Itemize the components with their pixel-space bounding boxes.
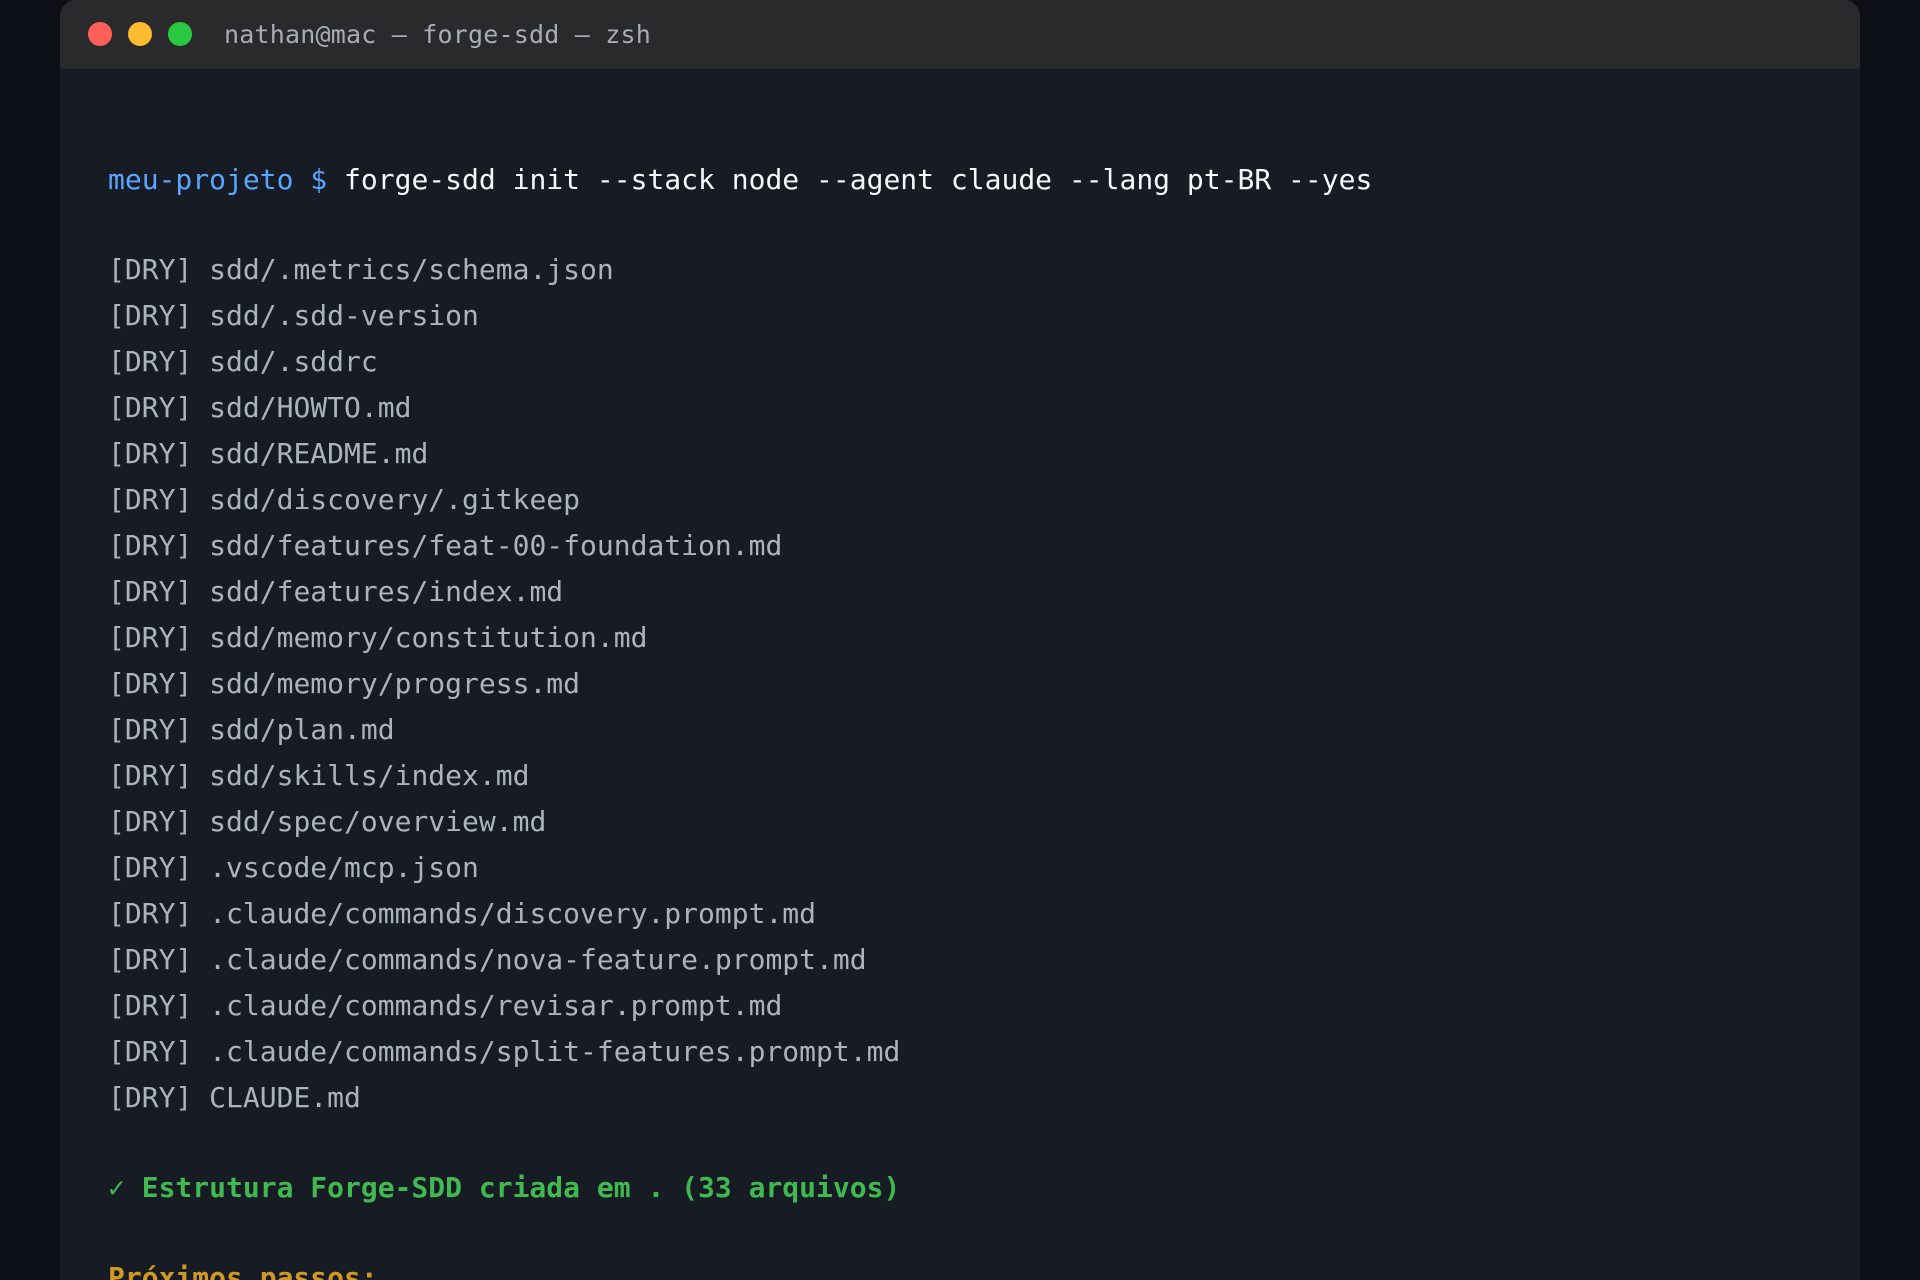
- command-text: forge-sdd init --stack node --agent clau…: [344, 163, 1373, 196]
- title-bar[interactable]: nathan@mac — forge-sdd — zsh: [60, 0, 1860, 69]
- output-line: [DRY] sdd/memory/progress.md: [108, 661, 1860, 707]
- prompt-directory: meu-projeto: [108, 163, 294, 196]
- zoom-button[interactable]: [168, 22, 192, 46]
- file-path: .claude/commands/discovery.prompt.md: [209, 897, 817, 930]
- dry-tag: [DRY]: [108, 391, 193, 424]
- file-path: .vscode/mcp.json: [209, 851, 479, 884]
- prompt-symbol: $: [310, 163, 328, 196]
- next-steps-label: Próximos passos:: [108, 1261, 378, 1280]
- terminal-window: nathan@mac — forge-sdd — zsh meu-projeto…: [60, 0, 1860, 1280]
- minimize-button[interactable]: [128, 22, 152, 46]
- dry-tag: [DRY]: [108, 943, 193, 976]
- dry-tag: [DRY]: [108, 805, 193, 838]
- output-line: [DRY] sdd/README.md: [108, 431, 1860, 477]
- file-path: .claude/commands/nova-feature.prompt.md: [209, 943, 867, 976]
- file-path: sdd/features/index.md: [209, 575, 564, 608]
- file-path: sdd/features/feat-00-foundation.md: [209, 529, 783, 562]
- output-line: [DRY] CLAUDE.md: [108, 1075, 1860, 1121]
- dry-tag: [DRY]: [108, 253, 193, 286]
- dry-tag: [DRY]: [108, 897, 193, 930]
- dry-tag: [DRY]: [108, 989, 193, 1022]
- file-path: sdd/memory/constitution.md: [209, 621, 648, 654]
- file-path: sdd/HOWTO.md: [209, 391, 412, 424]
- file-path: .claude/commands/split-features.prompt.m…: [209, 1035, 901, 1068]
- dry-tag: [DRY]: [108, 299, 193, 332]
- output-line: [DRY] .claude/commands/split-features.pr…: [108, 1029, 1860, 1075]
- success-message: ✓ Estrutura Forge-SDD criada em . (33 ar…: [108, 1171, 901, 1204]
- traffic-lights: [88, 22, 208, 46]
- output-line: [DRY] .vscode/mcp.json: [108, 845, 1860, 891]
- output-line: [DRY] .claude/commands/revisar.prompt.md: [108, 983, 1860, 1029]
- file-path: sdd/skills/index.md: [209, 759, 530, 792]
- dry-tag: [DRY]: [108, 345, 193, 378]
- output-line: [DRY] sdd/spec/overview.md: [108, 799, 1860, 845]
- dry-tag: [DRY]: [108, 621, 193, 654]
- file-path: sdd/spec/overview.md: [209, 805, 547, 838]
- window-title: nathan@mac — forge-sdd — zsh: [224, 19, 652, 49]
- dry-tag: [DRY]: [108, 667, 193, 700]
- file-path: sdd/.sdd-version: [209, 299, 479, 332]
- dry-tag: [DRY]: [108, 483, 193, 516]
- file-path: sdd/.metrics/schema.json: [209, 253, 614, 286]
- output-line: [DRY] sdd/features/feat-00-foundation.md: [108, 523, 1860, 569]
- file-path: sdd/plan.md: [209, 713, 395, 746]
- dry-tag: [DRY]: [108, 713, 193, 746]
- dry-tag: [DRY]: [108, 759, 193, 792]
- output-line: [DRY] sdd/memory/constitution.md: [108, 615, 1860, 661]
- file-path: sdd/discovery/.gitkeep: [209, 483, 581, 516]
- output-line: [DRY] sdd/skills/index.md: [108, 753, 1860, 799]
- terminal-body[interactable]: meu-projeto $ forge-sdd init --stack nod…: [60, 69, 1860, 1280]
- output-line: [DRY] sdd/plan.md: [108, 707, 1860, 753]
- dry-tag: [DRY]: [108, 851, 193, 884]
- close-button[interactable]: [88, 22, 112, 46]
- dry-tag: [DRY]: [108, 437, 193, 470]
- file-path: sdd/memory/progress.md: [209, 667, 581, 700]
- command-line: meu-projeto $ forge-sdd init --stack nod…: [108, 157, 1860, 203]
- dry-tag: [DRY]: [108, 529, 193, 562]
- output-list: [DRY] sdd/.metrics/schema.json [DRY] sdd…: [108, 247, 1860, 1121]
- output-line: [DRY] sdd/discovery/.gitkeep: [108, 477, 1860, 523]
- dry-tag: [DRY]: [108, 1035, 193, 1068]
- output-line: [DRY] .claude/commands/discovery.prompt.…: [108, 891, 1860, 937]
- output-line: [DRY] sdd/.sddrc: [108, 339, 1860, 385]
- output-line: [DRY] sdd/features/index.md: [108, 569, 1860, 615]
- output-line: [DRY] sdd/.sdd-version: [108, 293, 1860, 339]
- file-path: CLAUDE.md: [209, 1081, 361, 1114]
- file-path: .claude/commands/revisar.prompt.md: [209, 989, 783, 1022]
- output-line: [DRY] sdd/HOWTO.md: [108, 385, 1860, 431]
- output-line: [DRY] sdd/.metrics/schema.json: [108, 247, 1860, 293]
- file-path: sdd/.sddrc: [209, 345, 378, 378]
- dry-tag: [DRY]: [108, 1081, 193, 1114]
- dry-tag: [DRY]: [108, 575, 193, 608]
- file-path: sdd/README.md: [209, 437, 429, 470]
- output-line: [DRY] .claude/commands/nova-feature.prom…: [108, 937, 1860, 983]
